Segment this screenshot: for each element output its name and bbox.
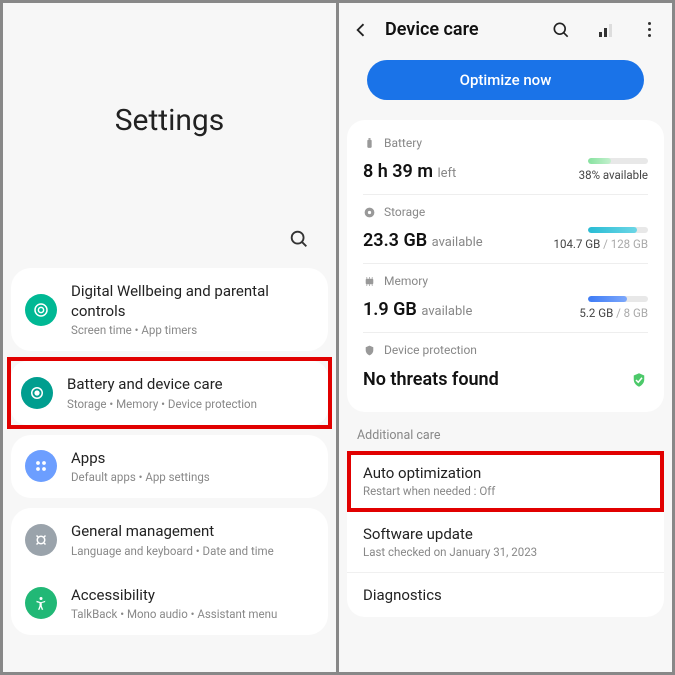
memory-icon [363,275,376,288]
search-icon[interactable] [288,228,310,254]
settings-item-label: Digital Wellbeing and parental controls [71,282,314,321]
settings-item-general-management[interactable]: General management Language and keyboard… [11,508,328,572]
storage-bar [588,227,648,233]
accessibility-icon [25,587,57,619]
stat-head-label: Storage [384,205,425,219]
settings-item-label: Accessibility [71,586,314,606]
device-protection-section[interactable]: Device protection No threats found [363,333,648,402]
settings-item-apps[interactable]: Apps Default apps • App settings [11,435,328,499]
signal-icon[interactable] [594,23,616,37]
battery-bar [588,158,648,164]
settings-item-sub: Default apps • App settings [71,470,314,484]
settings-item-accessibility[interactable]: Accessibility TalkBack • Mono audio • As… [11,572,328,636]
device-care-screen: Device care Optimize now Battery 8 h 39 … [339,3,672,672]
general-icon [25,524,57,556]
care-item-label: Auto optimization [363,464,648,482]
care-item-diagnostics[interactable]: Diagnostics [347,573,664,617]
stat-head-label: Battery [384,136,422,150]
additional-care-label: Additional care [339,422,672,451]
highlight-battery-device-care: Battery and device care Storage • Memory… [7,357,332,429]
care-item-software-update[interactable]: Software update Last checked on January … [347,512,664,573]
settings-item-label: Apps [71,449,314,469]
storage-section[interactable]: Storage 23.3 GB available 104.7 GB / 128… [363,195,648,264]
storage-used: 104.7 GB [554,237,601,251]
settings-item-label: Battery and device care [67,375,318,395]
page-title: Settings [3,3,336,218]
search-icon[interactable] [550,20,572,40]
battery-percent: 38% available [579,168,648,182]
care-item-sub: Restart when needed : Off [363,484,648,498]
status-card: Battery 8 h 39 m left 38% available Stor… [347,120,664,412]
settings-screen: Settings Digital Wellbeing and parental … [3,3,336,672]
memory-used: 5.2 GB [579,306,613,320]
shield-icon [363,344,376,357]
more-icon[interactable] [638,22,660,37]
memory-bar [588,296,648,302]
page-title: Device care [385,19,528,40]
storage-icon [363,206,376,219]
back-icon[interactable] [351,20,373,40]
settings-item-sub: Language and keyboard • Date and time [71,544,314,558]
memory-section[interactable]: Memory 1.9 GB available 5.2 GB / 8 GB [363,264,648,333]
settings-item-label: General management [71,522,314,542]
care-item-auto-optimization[interactable]: Auto optimization Restart when needed : … [347,451,664,512]
settings-item-sub: Storage • Memory • Device protection [67,397,318,411]
protection-status: No threats found [363,369,499,390]
stat-head-label: Memory [384,274,428,288]
settings-item-sub: Screen time • App timers [71,323,314,337]
battery-section[interactable]: Battery 8 h 39 m left 38% available [363,126,648,195]
optimize-now-button[interactable]: Optimize now [367,60,644,100]
care-item-label: Software update [363,525,648,543]
wellbeing-icon [25,294,57,326]
settings-item-battery-device-care[interactable]: Battery and device care Storage • Memory… [11,361,328,425]
apps-icon [25,450,57,482]
shield-check-icon [630,371,648,389]
device-care-icon [21,377,53,409]
care-item-label: Diagnostics [363,586,648,604]
settings-item-digital-wellbeing[interactable]: Digital Wellbeing and parental controls … [11,268,328,351]
battery-icon [363,137,376,150]
stat-head-label: Device protection [384,343,477,357]
care-item-sub: Last checked on January 31, 2023 [363,545,648,559]
settings-item-sub: TalkBack • Mono audio • Assistant menu [71,607,314,621]
